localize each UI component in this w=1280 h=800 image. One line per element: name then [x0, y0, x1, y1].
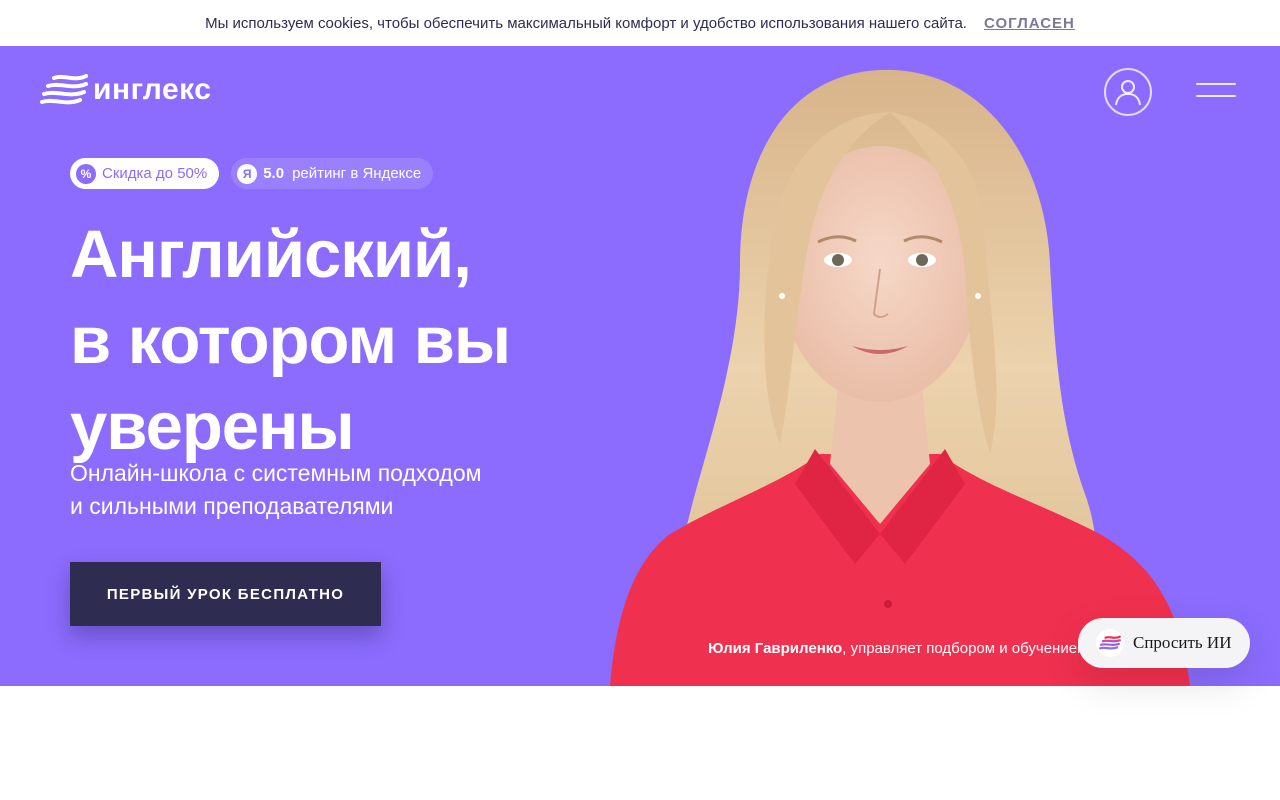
hero-section: инглекс % Скидка до 50% Я 5.0 рейтинг в … — [0, 46, 1280, 686]
teacher-caption: Юлия Гавриленко, управляет подбором и об… — [708, 640, 1084, 657]
user-circle-icon — [1115, 80, 1141, 106]
ask-ai-button[interactable]: Спросить ИИ — [1078, 618, 1250, 668]
teacher-role: , управляет подбором и обучением — [842, 640, 1084, 657]
profile-button[interactable] — [1104, 68, 1152, 116]
cookie-text: Мы используем cookies, чтобы обеспечить … — [205, 14, 967, 32]
hero-subtitle: Онлайн-школа с системным подходом и силь… — [70, 457, 570, 523]
free-lesson-button[interactable]: ПЕРВЫЙ УРОК БЕСПЛАТНО — [70, 562, 381, 626]
yandex-icon: Я — [237, 163, 258, 184]
teacher-name: Юлия Гавриленко — [708, 640, 843, 657]
englex-logo-icon — [1096, 629, 1124, 657]
teacher-photo — [610, 69, 1190, 686]
menu-button[interactable] — [1196, 81, 1236, 101]
cookie-banner: Мы используем cookies, чтобы обеспечить … — [0, 0, 1280, 46]
cookie-accept-button[interactable]: СОГЛАСЕН — [984, 15, 1075, 32]
percent-icon: % — [76, 163, 96, 184]
discount-badge[interactable]: % Скидка до 50% — [70, 158, 220, 189]
rating-label: рейтинг в Яндексе — [292, 165, 422, 182]
englex-logo[interactable]: инглекс — [40, 72, 211, 108]
logo-text: инглекс — [93, 73, 212, 106]
rating-badge[interactable]: Я 5.0 рейтинг в Яндексе — [231, 158, 434, 189]
hero-headline: Английский, в котором вы уверены — [70, 212, 630, 470]
ask-ai-label: Спросить ИИ — [1133, 633, 1232, 652]
hamburger-menu-icon — [1196, 95, 1236, 97]
discount-label: Скидка до 50% — [102, 165, 208, 182]
hero-badges: % Скидка до 50% Я 5.0 рейтинг в Яндексе — [70, 158, 434, 189]
rating-score: 5.0 — [263, 165, 285, 182]
headline-line: в котором вы — [70, 303, 511, 378]
headline-line: Английский, — [70, 217, 472, 292]
hamburger-menu-icon — [1196, 83, 1236, 85]
subtitle-line: Онлайн-школа с системным подходом — [70, 460, 482, 486]
englex-logo-icon — [40, 74, 88, 105]
subtitle-line: и сильными преподавателями — [70, 493, 394, 519]
